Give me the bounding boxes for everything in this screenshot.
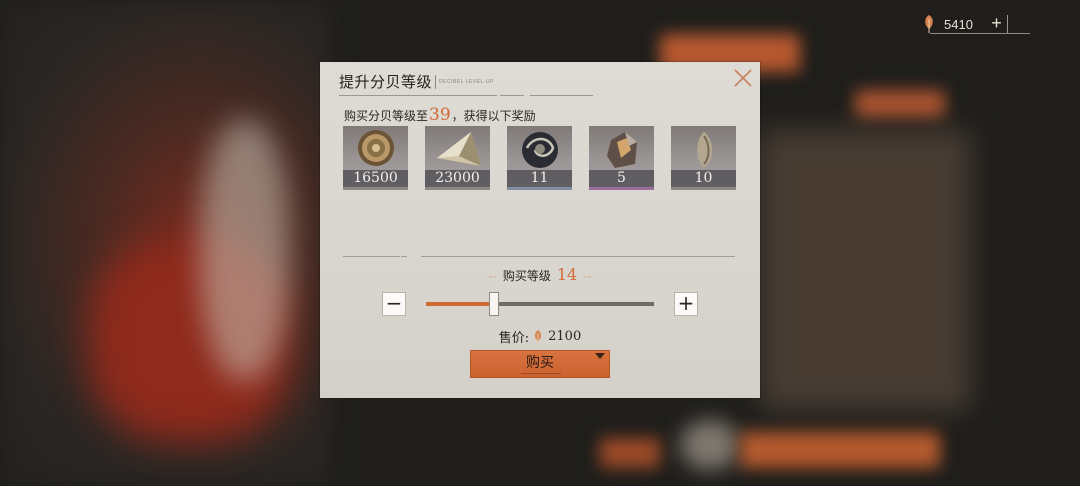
divider — [401, 256, 407, 257]
reward-item[interactable]: 10 — [671, 126, 736, 190]
increase-level-button[interactable]: + — [674, 292, 698, 316]
reward-list: 16500 23000 11 5 10 — [343, 126, 736, 190]
reward-count: 10 — [671, 170, 736, 187]
corner-triangle-icon — [595, 353, 605, 359]
reward-count: 23000 — [425, 170, 490, 187]
title-underline — [339, 95, 497, 96]
price-value: 2100 — [548, 329, 582, 344]
reward-item[interactable]: 5 — [589, 126, 654, 190]
button-decoration — [521, 373, 561, 374]
level-up-dialog: 提升分贝等级 DECIBEL LEVEL-UP 购买分贝等级至 39 ，获得以下… — [320, 62, 760, 398]
reward-item[interactable]: 23000 — [425, 126, 490, 190]
swirl-orb-icon — [522, 132, 558, 168]
target-level: 39 — [429, 105, 451, 125]
divider — [421, 256, 735, 257]
price-row: 售价: 2100 — [320, 327, 760, 346]
currency-display: 5410 + — [922, 12, 1030, 36]
level-slider[interactable] — [426, 292, 654, 316]
decrease-level-button[interactable]: − — [382, 292, 406, 316]
price-label: 售价: — [498, 331, 530, 346]
ore-chunk-icon — [607, 132, 637, 168]
slider-thumb[interactable] — [489, 292, 500, 316]
currency-amount: 5410 — [944, 16, 973, 32]
crystal-shard-icon — [437, 132, 481, 166]
title-separator — [435, 75, 436, 89]
reward-count: 16500 — [343, 170, 408, 187]
coin-medal-icon — [358, 130, 394, 166]
buy-button[interactable]: 购买 — [470, 350, 610, 378]
reward-item[interactable]: 16500 — [343, 126, 408, 190]
background-reward-list — [760, 130, 970, 410]
arrow-right-icon: ⇢ — [583, 272, 592, 283]
title-underline — [530, 95, 593, 96]
reward-count: 5 — [589, 170, 654, 187]
reward-count: 11 — [507, 170, 572, 187]
background-button-small — [600, 438, 660, 468]
buy-button-label: 购买 — [526, 355, 554, 371]
dialog-title: 提升分贝等级 — [339, 73, 433, 91]
seed-stone-icon — [697, 132, 713, 168]
background-button — [740, 432, 940, 468]
close-icon — [734, 69, 752, 87]
slider-fill — [426, 302, 495, 306]
background-character — [200, 120, 290, 380]
buy-level-row: ⇠ 购买等级 14 ⇢ — [320, 265, 760, 284]
currency-underline — [930, 33, 1030, 34]
feather-icon — [922, 14, 936, 34]
reward-description: 购买分贝等级至 39 ，获得以下奖励 — [344, 105, 536, 125]
dialog-subtitle: DECIBEL LEVEL-UP — [439, 79, 494, 85]
title-underline — [500, 95, 524, 96]
reward-item[interactable]: 11 — [507, 126, 572, 190]
buy-level-label: 购买等级 — [502, 269, 551, 283]
divider — [343, 256, 400, 257]
buy-level-value: 14 — [556, 265, 578, 284]
arrow-left-icon: ⇠ — [488, 272, 497, 283]
reward-prefix: 购买分贝等级至 — [344, 109, 429, 123]
close-button[interactable] — [732, 67, 754, 89]
feather-icon — [533, 329, 543, 345]
background-icon — [680, 420, 740, 470]
background-badge — [855, 90, 945, 118]
add-currency-button[interactable]: + — [986, 14, 1008, 33]
reward-suffix: ，获得以下奖励 — [451, 109, 536, 123]
